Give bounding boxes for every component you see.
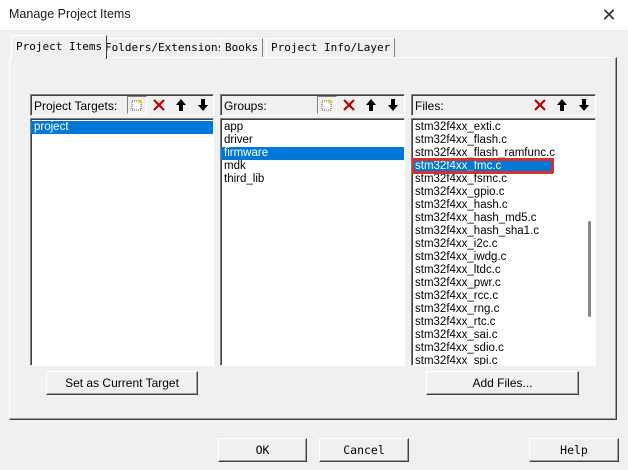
move-up-group-icon[interactable] xyxy=(361,96,381,114)
groups-header-label: Groups: xyxy=(224,99,267,113)
list-item[interactable]: stm32f4xx_flash_ramfunc.c xyxy=(412,147,583,160)
help-button[interactable]: Help xyxy=(529,438,619,462)
tab-project-info-layer[interactable]: Project Info/Layer xyxy=(266,38,396,58)
move-up-target-icon[interactable] xyxy=(171,96,191,114)
list-item[interactable]: stm32f4xx_iwdg.c xyxy=(412,251,583,264)
list-item[interactable]: stm32f4xx_ltdc.c xyxy=(412,264,583,277)
tab-folders-extensions[interactable]: Folders/Extensions xyxy=(100,38,230,58)
list-item[interactable]: third_lib xyxy=(221,173,404,186)
list-item[interactable]: firmware xyxy=(221,147,404,160)
ok-button[interactable]: OK xyxy=(218,438,307,462)
list-item[interactable]: driver xyxy=(221,134,404,147)
list-item[interactable]: mdk xyxy=(221,160,404,173)
delete-group-icon[interactable] xyxy=(339,96,359,114)
list-item[interactable]: stm32f4xx_sdio.c xyxy=(412,342,583,355)
list-item[interactable]: project xyxy=(31,121,213,134)
cancel-button[interactable]: Cancel xyxy=(319,438,409,462)
list-item[interactable]: app xyxy=(221,121,404,134)
add-files-button[interactable]: Add Files... xyxy=(426,371,579,395)
targets-list[interactable]: project xyxy=(30,118,214,366)
new-target-icon[interactable] xyxy=(127,96,147,114)
files-header: Files: xyxy=(411,94,596,116)
list-item[interactable]: stm32f4xx_fsmc.c xyxy=(412,173,583,186)
targets-header: Project Targets: xyxy=(30,94,214,116)
title-bar: Manage Project Items ✕ xyxy=(0,0,628,31)
files-scrollbar[interactable] xyxy=(585,121,593,363)
list-item[interactable]: stm32f4xx_sai.c xyxy=(412,329,583,342)
set-current-target-button[interactable]: Set as Current Target xyxy=(46,371,198,395)
list-item[interactable]: stm32f4xx_rcc.c xyxy=(412,290,583,303)
list-item[interactable]: stm32f4xx_exti.c xyxy=(412,121,583,134)
list-item[interactable]: stm32f4xx_rng.c xyxy=(412,303,583,316)
targets-header-label: Project Targets: xyxy=(34,99,118,113)
move-down-file-icon[interactable] xyxy=(574,96,594,114)
groups-list[interactable]: app driver firmware mdk third_lib xyxy=(220,118,405,366)
list-item[interactable]: stm32f4xx_rtc.c xyxy=(412,316,583,329)
new-group-icon[interactable] xyxy=(317,96,337,114)
close-icon[interactable]: ✕ xyxy=(597,4,621,26)
window-title: Manage Project Items xyxy=(9,7,131,21)
list-item[interactable]: stm32f4xx_gpio.c xyxy=(412,186,583,199)
list-item-selected[interactable]: stm32f4xx_fmc.c xyxy=(412,159,553,174)
delete-file-icon[interactable] xyxy=(530,96,550,114)
list-item[interactable]: stm32f4xx_hash_md5.c xyxy=(412,212,583,225)
move-down-target-icon[interactable] xyxy=(193,96,213,114)
delete-target-icon[interactable] xyxy=(149,96,169,114)
list-item[interactable]: stm32f4xx_spi.c xyxy=(412,355,583,365)
groups-header: Groups: xyxy=(220,94,405,116)
move-down-group-icon[interactable] xyxy=(383,96,403,114)
files-list[interactable]: stm32f4xx_exti.c stm32f4xx_flash.c stm32… xyxy=(411,118,596,366)
list-item[interactable]: stm32f4xx_pwr.c xyxy=(412,277,583,290)
list-item[interactable]: stm32f4xx_hash.c xyxy=(412,199,583,212)
scrollbar-thumb[interactable] xyxy=(588,221,591,317)
move-up-file-icon[interactable] xyxy=(552,96,572,114)
tab-books[interactable]: Books xyxy=(220,38,264,58)
list-item[interactable]: stm32f4xx_hash_sha1.c xyxy=(412,225,583,238)
list-item[interactable]: stm32f4xx_i2c.c xyxy=(412,238,583,251)
list-item[interactable]: stm32f4xx_flash.c xyxy=(412,134,583,147)
files-header-label: Files: xyxy=(415,99,444,113)
tab-project-items[interactable]: Project Items xyxy=(11,35,108,59)
